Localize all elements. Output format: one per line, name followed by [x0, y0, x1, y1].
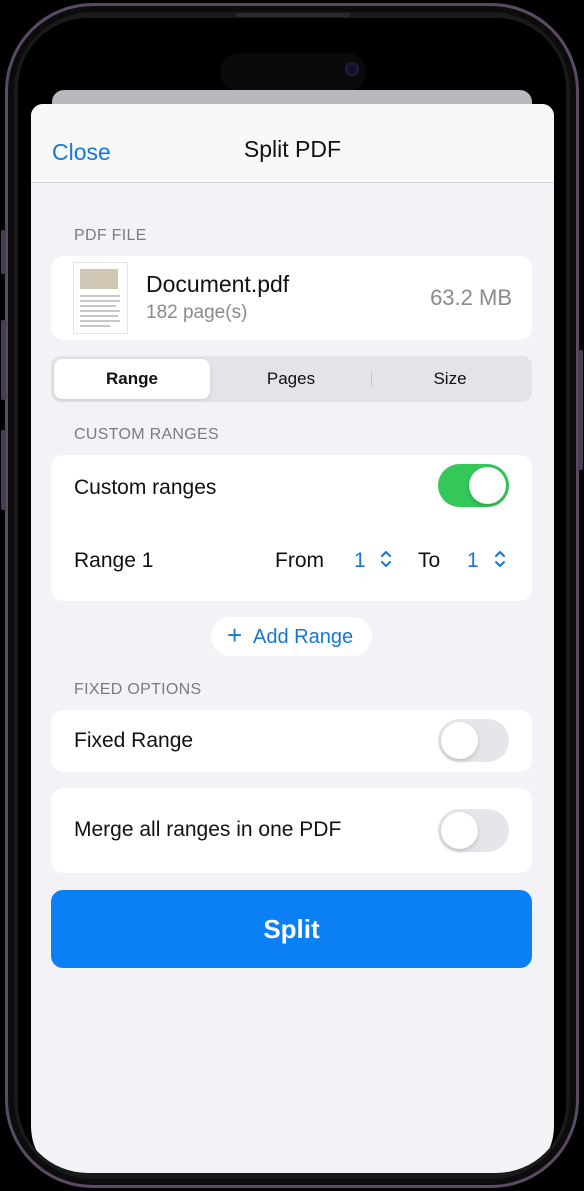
custom-ranges-toggle[interactable]: [438, 464, 509, 507]
pdf-file-header: PDF FILE: [74, 227, 147, 244]
screen: Close Split PDF PDF FILE Document.pdf 18…: [18, 18, 566, 1173]
tab-pages[interactable]: Pages: [213, 359, 369, 399]
pdf-thumbnail: [73, 262, 128, 334]
tab-range[interactable]: Range: [54, 359, 210, 399]
split-button[interactable]: Split: [51, 890, 532, 968]
fixed-range-label: Fixed Range: [74, 729, 194, 752]
front-camera: [345, 62, 359, 76]
file-name: Document.pdf: [146, 271, 290, 297]
add-range-label: Add Range: [253, 626, 354, 648]
tab-size[interactable]: Size: [372, 359, 528, 399]
fixed-range-card: Fixed Range: [51, 710, 532, 772]
navigation-bar: Close Split PDF: [31, 104, 554, 183]
custom-ranges-header: CUSTOM RANGES: [74, 426, 219, 443]
page-title: Split PDF: [243, 136, 342, 162]
action-button: [1, 230, 6, 274]
volume-up-button: [1, 320, 6, 400]
file-page-count: 182 page(s): [146, 302, 248, 323]
add-range-button[interactable]: + Add Range: [211, 617, 372, 656]
file-size: 63.2 MB: [430, 285, 512, 310]
to-value[interactable]: 1: [467, 549, 479, 573]
chevron-up-down-icon[interactable]: [379, 549, 393, 569]
dynamic-island: [220, 53, 366, 91]
from-label: From: [275, 549, 324, 572]
chevron-up-down-icon[interactable]: [493, 549, 507, 569]
merge-card: Merge all ranges in one PDF: [51, 788, 532, 873]
custom-ranges-card: Custom ranges Range 1 From 1 To 1: [51, 455, 532, 601]
power-button: [578, 350, 583, 470]
split-mode-segmented-control: Range Pages Size: [51, 356, 532, 402]
volume-down-button: [1, 430, 6, 510]
range-1-label: Range 1: [74, 549, 154, 572]
split-pdf-sheet: Close Split PDF PDF FILE Document.pdf 18…: [31, 104, 554, 1173]
merge-ranges-label: Merge all ranges in one PDF: [74, 818, 342, 841]
custom-ranges-label: Custom ranges: [74, 476, 217, 499]
to-label: To: [418, 549, 441, 572]
from-value[interactable]: 1: [354, 549, 366, 573]
fixed-options-header: FIXED OPTIONS: [74, 681, 202, 698]
speaker-grille: [236, 13, 350, 17]
pdf-file-card[interactable]: Document.pdf 182 page(s) 63.2 MB: [51, 256, 532, 340]
fixed-range-toggle[interactable]: [438, 719, 509, 762]
merge-ranges-toggle[interactable]: [438, 809, 509, 852]
plus-icon: +: [227, 620, 243, 650]
